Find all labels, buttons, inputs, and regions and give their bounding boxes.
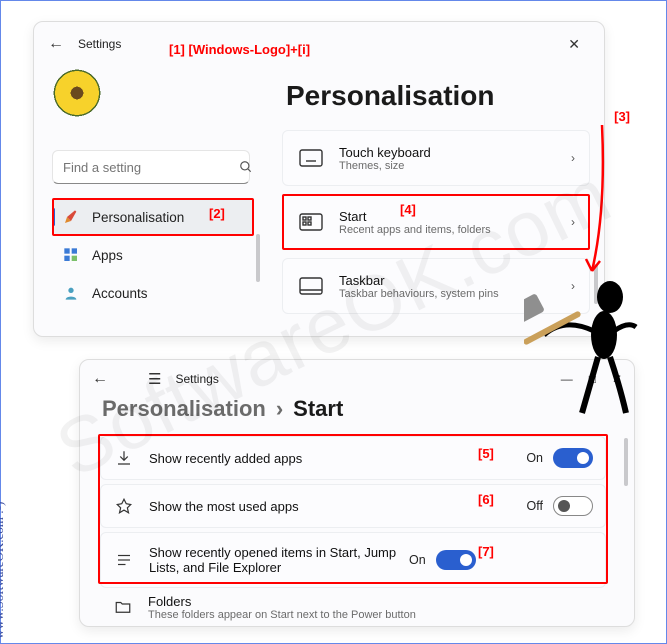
search-input[interactable]: [52, 150, 250, 184]
toggle-state: Off: [527, 499, 543, 513]
titlebar: ← Settings ✕: [34, 22, 604, 66]
sidebar-item-label: Apps: [92, 248, 123, 263]
card-subtitle: Recent apps and items, folders: [339, 224, 571, 236]
annotation-6: [6]: [478, 492, 494, 507]
chevron-right-icon: ›: [571, 151, 575, 165]
list-icon: [113, 551, 135, 569]
content-scrollbar[interactable]: [594, 264, 598, 304]
back-icon[interactable]: ←: [48, 35, 64, 53]
toggle-recent-apps[interactable]: [553, 448, 593, 468]
chevron-right-icon: ›: [571, 279, 575, 293]
row-folders[interactable]: Folders These folders appear on Start ne…: [100, 590, 606, 624]
window-title: Settings: [78, 37, 121, 51]
row-subtitle: These folders appear on Start next to th…: [148, 609, 594, 621]
titlebar: ← ☰ Settings — □ ✕: [80, 360, 634, 398]
card-taskbar[interactable]: Taskbar Taskbar behaviours, system pins …: [282, 258, 590, 314]
card-title: Taskbar: [339, 273, 571, 288]
paintbrush-icon: [62, 208, 80, 226]
row-label: Show the most used apps: [149, 499, 527, 514]
card-start[interactable]: Start Recent apps and items, folders ›: [282, 194, 590, 250]
sidebar-item-label: Personalisation: [92, 210, 184, 225]
annotation-3: [3]: [614, 109, 630, 124]
sidebar-item-apps[interactable]: Apps: [52, 236, 254, 274]
sidebar-item-accounts[interactable]: Accounts: [52, 274, 254, 312]
window-title: Settings: [175, 372, 218, 386]
row-label: Show recently added apps: [149, 451, 526, 466]
search-field[interactable]: [63, 160, 239, 175]
minimize-icon[interactable]: —: [561, 372, 573, 386]
start-settings-list: Show recently added apps On Show the mos…: [100, 436, 606, 592]
star-icon: [113, 497, 135, 515]
start-icon: [297, 212, 325, 232]
settings-window-main: ← Settings ✕ [1] [Windows-Logo]+[i] Pers…: [33, 21, 605, 337]
apps-icon: [62, 246, 80, 264]
content-scrollbar[interactable]: [624, 438, 628, 486]
chevron-right-icon: ›: [276, 396, 283, 422]
card-subtitle: Taskbar behaviours, system pins: [339, 288, 571, 300]
folder-icon: [112, 598, 134, 616]
breadcrumb-current: Start: [293, 396, 343, 422]
annotation-shortcut: [1] [Windows-Logo]+[i]: [169, 42, 310, 57]
taskbar-icon: [297, 276, 325, 296]
page-title: Personalisation: [286, 80, 495, 112]
toggle-most-used[interactable]: [553, 496, 593, 516]
hamburger-icon[interactable]: ☰: [148, 370, 161, 388]
content-cards: Touch keyboard Themes, size › Start Rece…: [282, 130, 590, 322]
annotation-4: [4]: [400, 202, 416, 217]
card-subtitle: Themes, size: [339, 160, 571, 172]
accounts-icon: [62, 284, 80, 302]
credit-text: www.SoftwareOK.com :-): [0, 502, 7, 639]
row-label: Folders: [148, 594, 594, 609]
keyboard-icon: [297, 148, 325, 168]
back-icon[interactable]: ←: [92, 370, 108, 388]
chevron-right-icon: ›: [571, 215, 575, 229]
annotation-7: [7]: [478, 544, 494, 559]
annotation-2: [2]: [209, 206, 225, 221]
card-touch-keyboard[interactable]: Touch keyboard Themes, size ›: [282, 130, 590, 186]
sidebar-item-label: Accounts: [92, 286, 148, 301]
row-recent-items: Show recently opened items in Start, Jum…: [100, 532, 606, 588]
close-icon[interactable]: ✕: [558, 32, 590, 57]
toggle-state: On: [409, 553, 426, 567]
sidebar-scrollbar[interactable]: [256, 234, 260, 282]
close-icon[interactable]: ✕: [612, 372, 622, 386]
row-label: Show recently opened items in Start, Jum…: [149, 545, 409, 575]
row-recent-apps: Show recently added apps On: [100, 436, 606, 480]
card-title: Touch keyboard: [339, 145, 571, 160]
breadcrumb-parent[interactable]: Personalisation: [102, 396, 266, 422]
download-icon: [113, 449, 135, 467]
breadcrumb: Personalisation › Start: [102, 396, 343, 422]
settings-window-start: ← ☰ Settings — □ ✕ Personalisation › Sta…: [79, 359, 635, 627]
user-avatar[interactable]: [52, 68, 102, 118]
search-icon: [239, 160, 253, 174]
row-most-used: Show the most used apps Off: [100, 484, 606, 528]
card-title: Start: [339, 209, 571, 224]
toggle-state: On: [526, 451, 543, 465]
annotation-5: [5]: [478, 446, 494, 461]
toggle-recent-items[interactable]: [436, 550, 476, 570]
maximize-icon[interactable]: □: [589, 372, 596, 386]
